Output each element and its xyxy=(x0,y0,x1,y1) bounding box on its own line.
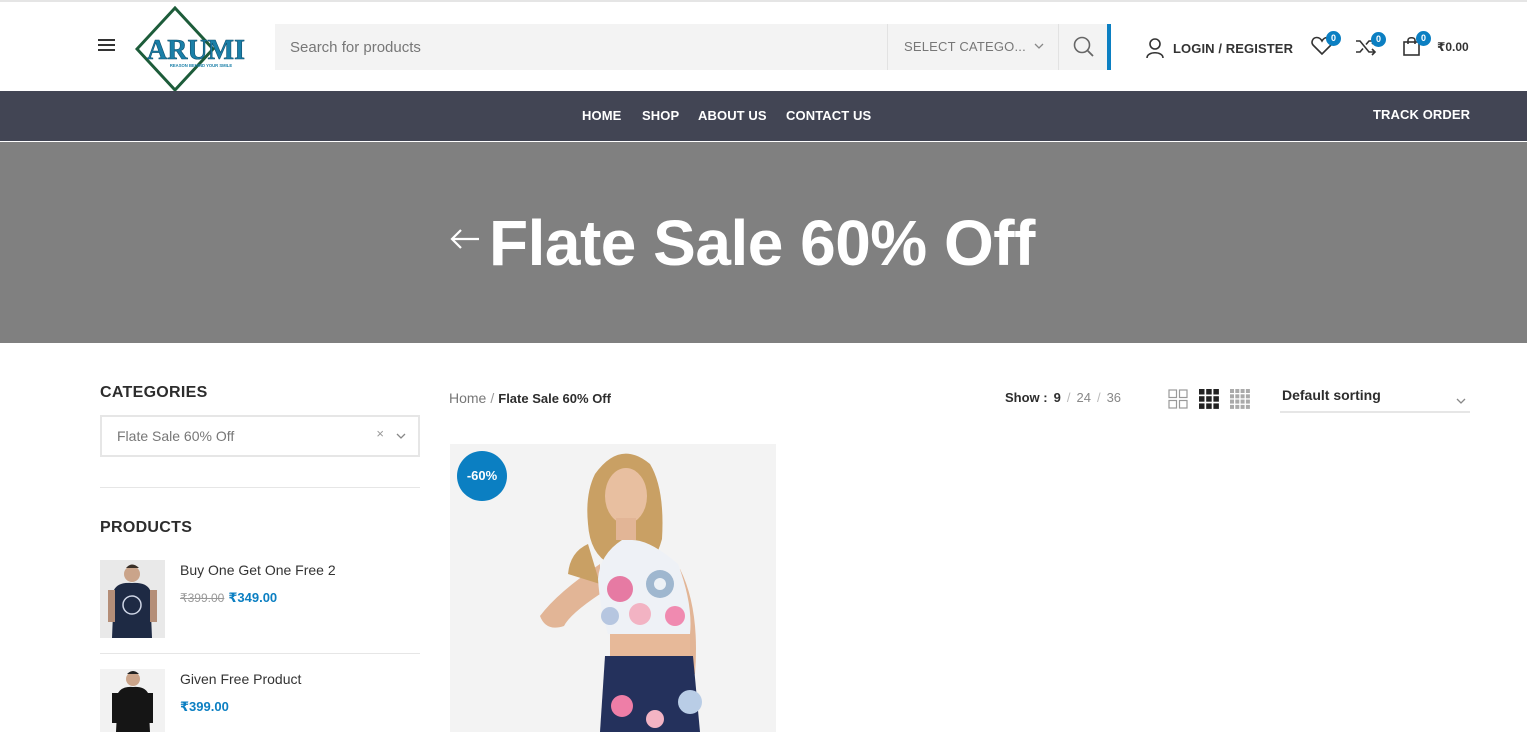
category-filter-select[interactable]: Flate Sale 60% Off × xyxy=(100,415,420,457)
grid-2-columns-icon[interactable] xyxy=(1168,389,1188,409)
per-page-separator: / xyxy=(1066,390,1071,405)
product-price: ₹399.00 ₹349.00 xyxy=(180,589,277,607)
track-order-link[interactable]: TRACK ORDER xyxy=(1373,107,1470,122)
page-title: Flate Sale 60% Off xyxy=(489,207,1035,279)
breadcrumb-separator: / xyxy=(490,390,495,406)
nav-item-about-us[interactable]: ABOUT US xyxy=(698,108,767,123)
per-page-option-9[interactable]: 9 xyxy=(1054,390,1061,405)
main-navigation: HOME SHOP ABOUT US CONTACT US TRACK ORDE… xyxy=(0,91,1527,141)
chevron-down-icon xyxy=(1456,389,1466,412)
breadcrumb: Home / Flate Sale 60% Off xyxy=(449,390,611,406)
divider xyxy=(100,487,420,488)
list-item: Buy One Get One Free 2 ₹399.00 ₹349.00 xyxy=(100,560,420,640)
wishlist-button[interactable]: 0 xyxy=(1310,31,1341,61)
clear-selection-icon[interactable]: × xyxy=(376,415,384,453)
cart-total[interactable]: ₹0.00 xyxy=(1437,40,1469,54)
search-input[interactable] xyxy=(275,24,887,70)
categories-widget-title: CATEGORIES xyxy=(100,384,208,401)
sale-badge: -60% xyxy=(457,451,507,501)
show-label: Show : xyxy=(1005,390,1048,405)
product-price: ₹399.00 xyxy=(180,698,229,716)
product-name[interactable]: Buy One Get One Free 2 xyxy=(180,562,336,578)
login-register-label: LOGIN / REGISTER xyxy=(1173,40,1294,56)
search-icon xyxy=(1073,36,1094,57)
list-item: Given Free Product ₹399.00 xyxy=(100,669,420,732)
products-per-page: Show : 9 / 24 / 36 xyxy=(1005,390,1121,405)
category-select-label: SELECT CATEGO... xyxy=(904,39,1026,54)
site-logo[interactable]: ARUMI REASON BEHIND YOUR SMILE xyxy=(134,5,257,93)
user-icon xyxy=(1146,38,1164,59)
divider xyxy=(100,653,420,654)
logo-tagline: REASON BEHIND YOUR SMILE xyxy=(170,63,232,68)
per-page-option-24[interactable]: 24 xyxy=(1076,390,1090,405)
back-arrow-icon[interactable] xyxy=(449,227,481,251)
breadcrumb-home-link[interactable]: Home xyxy=(449,390,486,406)
nav-item-contact-us[interactable]: CONTACT US xyxy=(786,108,871,123)
products-widget-title: PRODUCTS xyxy=(100,519,193,536)
chevron-down-icon xyxy=(396,417,406,469)
logo-text: ARUMI xyxy=(147,35,245,66)
category-select[interactable]: SELECT CATEGO... xyxy=(887,24,1059,70)
grid-3-columns-icon[interactable] xyxy=(1199,389,1219,409)
grid-4-columns-icon[interactable] xyxy=(1230,389,1250,409)
product-old-price: ₹399.00 xyxy=(180,591,225,605)
product-name[interactable]: Given Free Product xyxy=(180,671,301,687)
category-filter-value: Flate Sale 60% Off xyxy=(117,428,235,444)
search-button[interactable] xyxy=(1059,24,1107,70)
product-sale-price: ₹399.00 xyxy=(180,699,229,714)
per-page-option-36[interactable]: 36 xyxy=(1107,390,1121,405)
nav-item-shop[interactable]: SHOP xyxy=(642,108,679,123)
site-header: ARUMI REASON BEHIND YOUR SMILE SELECT CA… xyxy=(0,2,1527,93)
product-sale-price: ₹349.00 xyxy=(228,590,278,605)
cart-button[interactable]: 0 xyxy=(1401,31,1431,61)
page-title-banner: Flate Sale 60% Off xyxy=(0,142,1527,343)
hamburger-menu-icon[interactable] xyxy=(97,36,119,56)
chevron-down-icon xyxy=(1034,24,1044,90)
nav-item-home[interactable]: HOME xyxy=(582,108,621,123)
search-bar: SELECT CATEGO... xyxy=(275,24,1111,70)
compare-count-badge: 0 xyxy=(1371,32,1386,47)
product-thumbnail[interactable] xyxy=(100,560,165,638)
sorting-select[interactable]: Default sorting xyxy=(1280,387,1470,413)
per-page-separator: / xyxy=(1096,390,1101,405)
wishlist-count-badge: 0 xyxy=(1326,31,1341,46)
login-register-link[interactable]: LOGIN / REGISTER xyxy=(1145,37,1293,59)
cart-count-badge: 0 xyxy=(1416,31,1431,46)
product-thumbnail[interactable] xyxy=(100,669,165,732)
sorting-value: Default sorting xyxy=(1282,387,1381,403)
breadcrumb-current: Flate Sale 60% Off xyxy=(498,391,611,406)
compare-button[interactable]: 0 xyxy=(1354,32,1386,62)
